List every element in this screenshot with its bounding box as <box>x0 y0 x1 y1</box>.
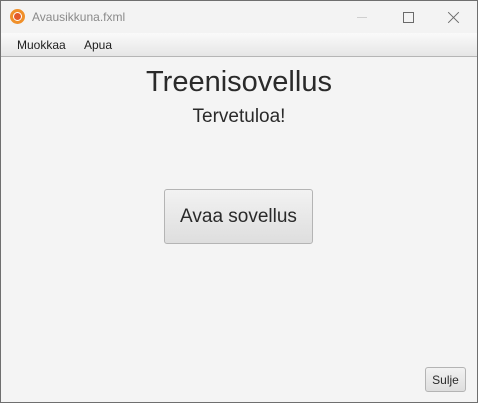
welcome-text: Tervetuloa! <box>192 106 286 127</box>
minimize-icon <box>357 16 367 18</box>
app-icon <box>10 9 25 24</box>
menu-apua[interactable]: Apua <box>84 38 112 52</box>
minimize-button[interactable] <box>339 1 385 33</box>
application-window: Avausikkuna.fxml Muokkaa Apua Treenisove… <box>0 0 478 403</box>
close-icon <box>448 11 460 23</box>
open-app-button[interactable]: Avaa sovellus <box>164 189 313 244</box>
close-window-button[interactable] <box>431 1 477 33</box>
menu-muokkaa[interactable]: Muokkaa <box>17 38 66 52</box>
maximize-icon <box>402 11 414 23</box>
main-content: Treenisovellus Tervetuloa! Avaa sovellus… <box>1 57 477 402</box>
title-bar[interactable]: Avausikkuna.fxml <box>1 1 477 33</box>
close-button[interactable]: Sulje <box>425 367 466 392</box>
maximize-button[interactable] <box>385 1 431 33</box>
window-title: Avausikkuna.fxml <box>32 10 126 24</box>
menu-bar: Muokkaa Apua <box>1 33 477 57</box>
page-title: Treenisovellus <box>146 66 332 98</box>
